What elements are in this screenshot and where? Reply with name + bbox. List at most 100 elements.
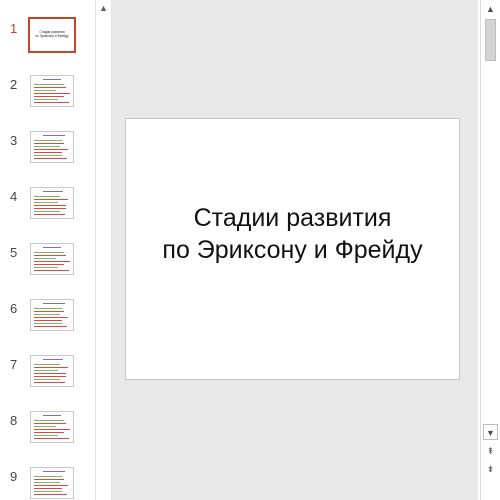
thumbnail-text-line	[34, 196, 60, 197]
scroll-up-icon[interactable]: ▲	[481, 1, 500, 17]
thumbnail-text-line	[34, 261, 70, 262]
slide-title-line1: Стадии развития	[193, 204, 392, 232]
slide-number: 6	[10, 301, 18, 316]
slide-editing-area: Стадии развития по Эриксону и Фрейду	[112, 0, 478, 500]
thumbnail-text-line	[34, 317, 68, 318]
scrollbar-thumb[interactable]	[485, 19, 496, 61]
thumbnail-text-line	[34, 208, 66, 209]
thumbnail-text-line	[34, 435, 58, 436]
thumbnail-text-line	[34, 214, 65, 215]
thumbnail-text-line	[34, 140, 62, 141]
thumbnail-row-1[interactable]: 1 Стадии развития по Эриксону и Фрейду	[0, 17, 90, 69]
thumbnail-text-line	[43, 415, 61, 416]
thumbnail-text-line	[34, 367, 68, 368]
thumbnail-text-line	[34, 264, 64, 265]
thumbnail-text-line	[34, 423, 66, 424]
slide-thumbnail-1[interactable]: Стадии развития по Эриксону и Фрейду	[28, 17, 76, 53]
thumbnail-text-line	[34, 252, 64, 253]
thumbnail-text-line	[34, 326, 67, 327]
slide-title[interactable]: Стадии развития по Эриксону и Фрейду	[126, 202, 459, 266]
slide-number: 8	[10, 413, 18, 428]
thumbnail-text-line	[34, 494, 67, 495]
thumbnail-text-line	[34, 370, 58, 371]
scroll-down-icon[interactable]: ▼	[483, 424, 498, 440]
thumbnail-text-line	[34, 479, 64, 480]
thumbnail-text-line	[34, 152, 62, 153]
thumbnail-text-line	[34, 376, 66, 377]
thumbnail-text-line	[34, 373, 66, 374]
main-vertical-scrollbar[interactable]: ▲ ▼ ⇞ ⇟	[480, 0, 500, 500]
thumbnail-row-3[interactable]: 3	[0, 131, 90, 181]
thumbnail-text-line	[34, 205, 66, 206]
thumbnail-title-line2: по Эриксону и Фрейду	[35, 34, 69, 38]
thumbnail-text-line	[34, 99, 58, 100]
thumbnail-text-line	[34, 102, 69, 103]
thumbnail-text-line	[43, 303, 65, 304]
slide-thumbnail-3[interactable]	[30, 131, 74, 163]
thumbnail-text-line	[34, 146, 60, 147]
thumbnail-row-7[interactable]: 7	[0, 355, 90, 405]
thumbnail-title: Стадии развития по Эриксону и Фрейду	[33, 30, 71, 38]
thumbnail-row-9[interactable]: 9	[0, 467, 90, 500]
slide-thumbnail-9[interactable]	[30, 467, 74, 499]
next-slide-icon[interactable]: ⇟	[481, 461, 500, 477]
thumbnail-text-line	[34, 379, 60, 380]
slide-thumbnail-7[interactable]	[30, 355, 74, 387]
slide-title-line2: по Эриксону и Фрейду	[162, 236, 423, 264]
thumbnail-text-line	[34, 429, 70, 430]
slide-thumbnail-2[interactable]	[30, 75, 74, 107]
scroll-up-icon[interactable]: ▲	[96, 0, 111, 17]
thumbnail-text-line	[34, 488, 62, 489]
thumbnail-text-line	[43, 359, 63, 360]
thumbnail-text-line	[43, 79, 61, 80]
slide-number: 3	[10, 133, 18, 148]
thumbnail-row-2[interactable]: 2	[0, 75, 90, 125]
thumbnail-text-line	[34, 155, 62, 156]
thumbnail-text-line	[34, 308, 62, 309]
thumbnail-text-line	[34, 438, 69, 439]
slide-number: 1	[10, 21, 18, 36]
slide-thumbnail-6[interactable]	[30, 299, 74, 331]
thumbnail-text-line	[43, 471, 65, 472]
slide-number: 7	[10, 357, 18, 372]
thumbnail-text-line	[34, 420, 64, 421]
thumbnail-text-line	[43, 135, 65, 136]
thumbnail-text-line	[34, 199, 68, 200]
thumbnail-text-line	[34, 270, 69, 271]
thumbnail-text-line	[34, 364, 60, 365]
slide-thumbnail-4[interactable]	[30, 187, 74, 219]
thumbnail-text-line	[34, 482, 60, 483]
thumbnail-text-line	[34, 143, 64, 144]
thumbnail-row-4[interactable]: 4	[0, 187, 90, 237]
thumbnail-text-line	[34, 426, 56, 427]
thumbnail-text-line	[34, 84, 64, 85]
thumbnail-text-line	[34, 211, 60, 212]
thumbnail-text-line	[34, 267, 58, 268]
thumbnail-text-line	[34, 314, 60, 315]
slide-number: 2	[10, 77, 18, 92]
thumbnail-text-line	[34, 432, 64, 433]
thumbnail-text-line	[34, 485, 68, 486]
slide-thumbnail-5[interactable]	[30, 243, 74, 275]
thumbnail-text-line	[34, 93, 70, 94]
slide-number: 9	[10, 469, 18, 484]
thumbnail-text-line	[34, 149, 68, 150]
thumbnail-row-6[interactable]: 6	[0, 299, 90, 349]
thumbnail-text-line	[43, 191, 63, 192]
thumbnail-row-8[interactable]: 8	[0, 411, 90, 461]
slide-number: 4	[10, 189, 18, 204]
thumbnail-text-line	[34, 320, 62, 321]
slide-thumbnail-8[interactable]	[30, 411, 74, 443]
previous-slide-icon[interactable]: ⇞	[481, 443, 500, 459]
slide-thumbnail-pane: 1 Стадии развития по Эриксону и Фрейду 2…	[0, 0, 90, 500]
thumbnail-scrollbar[interactable]: ▲	[95, 0, 112, 500]
thumbnail-text-line	[34, 491, 62, 492]
thumbnail-text-line	[34, 323, 62, 324]
thumbnail-text-line	[34, 258, 56, 259]
thumbnail-text-line	[34, 255, 66, 256]
thumbnail-text-line	[34, 202, 58, 203]
current-slide[interactable]: Стадии развития по Эриксону и Фрейду	[125, 118, 460, 380]
thumbnail-text-line	[34, 382, 65, 383]
slide-number: 5	[10, 245, 18, 260]
thumbnail-row-5[interactable]: 5	[0, 243, 90, 293]
